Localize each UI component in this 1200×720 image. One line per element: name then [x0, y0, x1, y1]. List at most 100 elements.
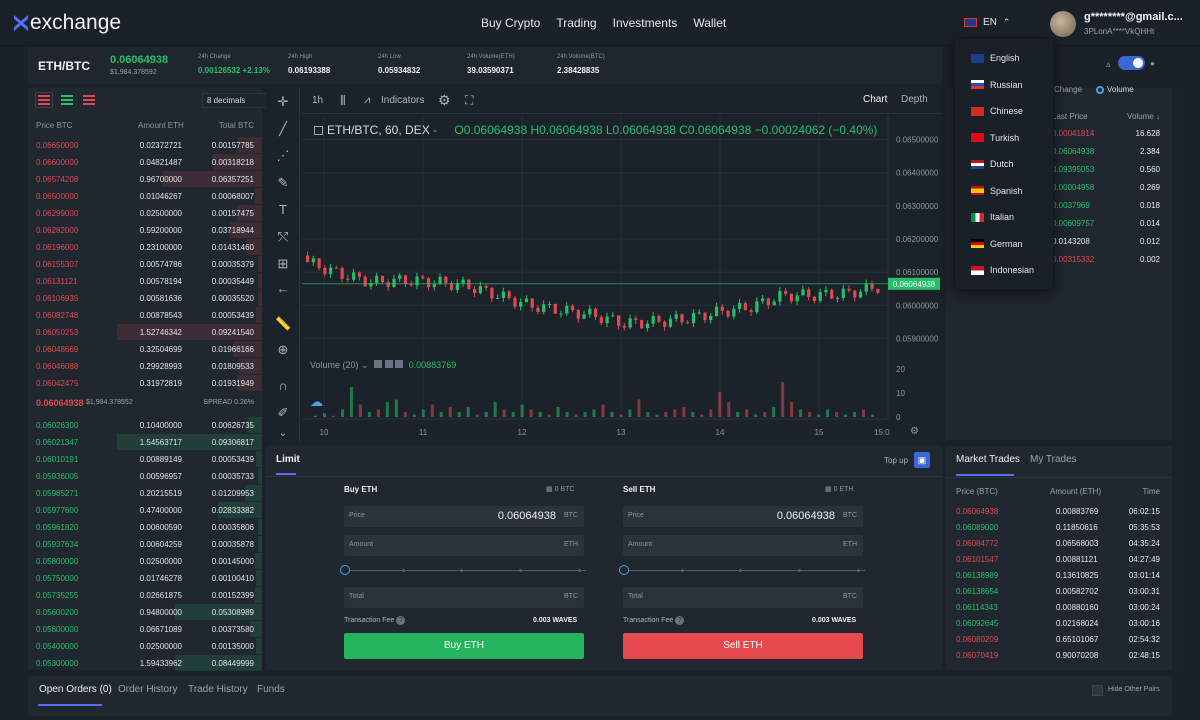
sell-amount-slider[interactable] — [619, 564, 869, 576]
toggle-switch[interactable] — [1118, 56, 1145, 70]
asks-row[interactable]: 0.06082748 0.00878543 0.00053439 — [28, 307, 262, 324]
bids-row[interactable]: 0.06026300 0.10400000 0.00626735 — [28, 417, 262, 434]
asks-row[interactable]: 0.06131121 0.00578194 0.00035449 — [28, 273, 262, 290]
asks-row[interactable]: 0.06600000 0.04821487 0.00318218 — [28, 154, 262, 171]
wallet-icon[interactable]: ▣ — [914, 452, 930, 468]
topup-link[interactable]: Top up — [884, 456, 908, 465]
asks-only-icon[interactable] — [83, 95, 95, 105]
tab-order-history[interactable]: Order History — [118, 684, 177, 695]
interval-selector[interactable]: 1h — [312, 95, 323, 106]
bids-row[interactable]: 0.05600000 0.06671089 0.00373580 — [28, 621, 262, 638]
account-email[interactable]: g********@gmail.c... — [1084, 11, 1183, 23]
scrollbar[interactable] — [1176, 88, 1186, 670]
help-icon[interactable]: ? — [675, 616, 685, 625]
nav-investments[interactable]: Investments — [613, 16, 678, 30]
bids-row[interactable]: 0.05600200 0.94800000 0.05308989 — [28, 604, 262, 621]
asks-row[interactable]: 0.06196000 0.23100000 0.01431460 — [28, 239, 262, 256]
gear-icon[interactable]: ⚙ — [438, 92, 451, 109]
bids-row[interactable]: 0.05735255 0.02661875 0.00152399 — [28, 587, 262, 604]
col-last-price[interactable]: Last Price — [1052, 112, 1088, 121]
language-option-english[interactable]: English — [971, 53, 1020, 63]
bids-only-icon[interactable] — [61, 95, 73, 105]
buy-button[interactable]: Buy ETH — [344, 633, 584, 659]
both-sides-icon[interactable] — [35, 92, 53, 108]
language-option-russian[interactable]: Russian — [971, 80, 1023, 90]
fib-icon[interactable]: ⋰ — [275, 148, 291, 164]
tab-my-trades[interactable]: My Trades — [1030, 454, 1077, 465]
bids-row[interactable]: 0.05400000 0.02500000 0.00135000 — [28, 638, 262, 655]
asks-row[interactable]: 0.06048669 0.32504699 0.01966166 — [28, 341, 262, 358]
volume-eye-icon[interactable] — [374, 360, 383, 368]
candle-type-icon[interactable]: ⦀ — [340, 93, 346, 109]
tab-open-orders[interactable]: Open Orders (0) — [39, 684, 112, 695]
sell-button[interactable]: Sell ETH — [623, 633, 863, 659]
tab-limit[interactable]: Limit — [276, 454, 300, 465]
bids-row[interactable]: 0.05985271 0.20215519 0.01209953 — [28, 485, 262, 502]
asks-row[interactable]: 0.06050253 1.52746342 0.09241540 — [28, 324, 262, 341]
buy-amount-input[interactable]: Amount ETH — [344, 535, 584, 556]
collapse-icon[interactable] — [314, 126, 323, 136]
bids-row[interactable]: 0.05300000 1.59433962 0.08449999 — [28, 655, 262, 672]
sell-total-input[interactable]: Total BTC — [623, 587, 863, 608]
buy-total-input[interactable]: Total BTC — [344, 587, 584, 608]
help-icon[interactable]: ? — [396, 616, 406, 625]
bids-row[interactable]: 0.06010191 0.00889149 0.00053439 — [28, 451, 262, 468]
nav-trading[interactable]: Trading — [556, 16, 596, 30]
language-selector[interactable]: EN ⌃ — [964, 17, 1010, 28]
bids-row[interactable]: 0.05937634 0.00604259 0.00035878 — [28, 536, 262, 553]
text-icon[interactable]: T — [275, 202, 291, 218]
buy-price-input[interactable]: Price 0.06064938 BTC — [344, 506, 584, 527]
language-option-indonesian[interactable]: Indonesian — [971, 265, 1034, 275]
ruler-icon[interactable]: 📏 — [275, 316, 291, 332]
asks-row[interactable]: 0.06650000 0.02372721 0.00157785 — [28, 137, 262, 154]
cloud-icon[interactable]: ☁ — [310, 394, 328, 409]
chevron-down-icon[interactable]: ⌄ — [361, 360, 369, 370]
info-icon[interactable]: ● — [1150, 59, 1155, 68]
nav-wallet[interactable]: Wallet — [693, 16, 726, 30]
nav-buy-crypto[interactable]: Buy Crypto — [481, 16, 540, 30]
fullscreen-icon[interactable]: ⛶ — [465, 93, 473, 108]
chevron-down-icon[interactable]: ⌄ — [275, 426, 291, 442]
buy-amount-slider[interactable] — [340, 564, 590, 576]
sort-icon[interactable]: ▵ — [1106, 59, 1111, 70]
hide-pairs-checkbox[interactable] — [1092, 685, 1103, 696]
prediction-icon[interactable]: ⊞ — [275, 256, 291, 272]
asks-row[interactable]: 0.06500000 0.01046267 0.00068007 — [28, 188, 262, 205]
language-option-german[interactable]: German — [971, 239, 1023, 249]
sell-amount-input[interactable]: Amount ETH — [623, 535, 863, 556]
sell-price-input[interactable]: Price 0.06064938 BTC — [623, 506, 863, 527]
language-option-chinese[interactable]: Chinese — [971, 106, 1023, 116]
logo[interactable]: exchange — [14, 11, 121, 35]
pair-selector[interactable]: ETH/BTC — [38, 59, 90, 73]
tab-depth[interactable]: Depth — [901, 94, 928, 105]
language-option-turkish[interactable]: Turkish — [971, 133, 1019, 143]
avatar[interactable] — [1050, 11, 1076, 37]
asks-row[interactable]: 0.06282000 0.59200000 0.03718944 — [28, 222, 262, 239]
pattern-icon[interactable]: ⤲ — [275, 229, 291, 245]
tab-chart[interactable]: Chart — [863, 94, 887, 105]
indicators-button[interactable]: Indicators — [381, 95, 424, 106]
volume-settings-icon[interactable] — [384, 360, 393, 368]
language-option-spanish[interactable]: Spanish — [971, 186, 1023, 196]
bids-row[interactable]: 0.05936005 0.00596957 0.00035733 — [28, 468, 262, 485]
bids-row[interactable]: 0.05961820 0.00600590 0.00035806 — [28, 519, 262, 536]
radio-change[interactable]: Change — [1054, 85, 1082, 94]
zoom-icon[interactable]: ⊕ — [275, 342, 291, 358]
asks-row[interactable]: 0.06574208 0.96700000 0.06357251 — [28, 171, 262, 188]
magnet-icon[interactable]: ∩ — [275, 378, 291, 394]
crosshair-icon[interactable]: ✛ — [275, 94, 291, 110]
bids-row[interactable]: 0.06021347 1.54563717 0.09306817 — [28, 434, 262, 451]
col-volume[interactable]: Volume ↓ — [1127, 112, 1160, 121]
bids-row[interactable]: 0.05750000 0.01746278 0.00100410 — [28, 570, 262, 587]
asks-row[interactable]: 0.06042475 0.31972819 0.01931949 — [28, 375, 262, 392]
bids-row[interactable]: 0.05977600 0.47400000 0.02833382 — [28, 502, 262, 519]
slider-handle[interactable] — [340, 565, 350, 575]
volume-close-icon[interactable] — [395, 360, 404, 368]
asks-row[interactable]: 0.06046088 0.29928993 0.01809533 — [28, 358, 262, 375]
price-chart[interactable]: 0.06500000 0.06400000 0.06300000 0.06200000… — [302, 115, 942, 441]
bids-row[interactable]: 0.05800000 0.02500000 0.00145000 — [28, 553, 262, 570]
chart-settings-icon[interactable]: ⚙ — [910, 426, 919, 437]
asks-row[interactable]: 0.06106935 0.00581636 0.00035520 — [28, 290, 262, 307]
lock-icon[interactable]: ✐ — [275, 405, 291, 421]
tab-funds[interactable]: Funds — [257, 684, 285, 695]
